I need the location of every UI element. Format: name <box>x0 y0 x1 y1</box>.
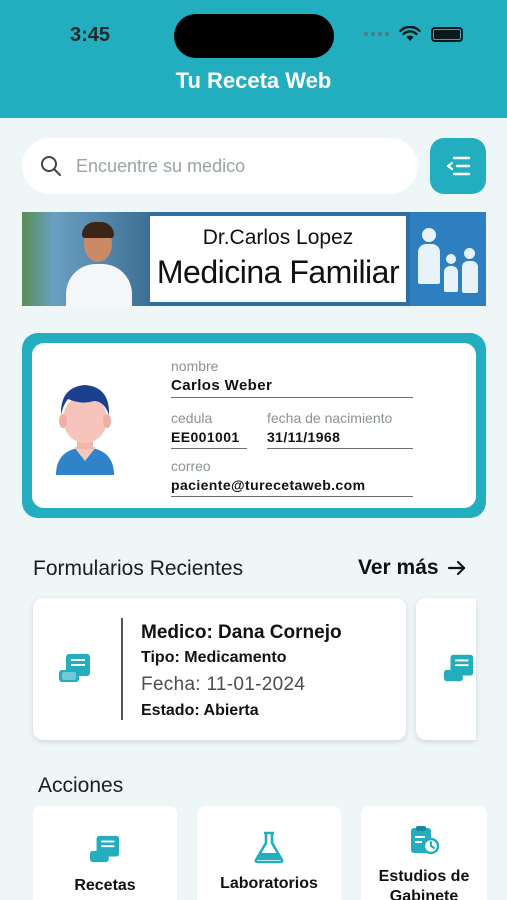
app-title: Tu Receta Web <box>175 68 332 93</box>
action-recetas-label: Recetas <box>74 877 136 894</box>
action-estudios-gabinete-label: Estudios de Gabinete <box>378 868 470 900</box>
wifi-icon <box>399 26 421 41</box>
dynamic-island <box>174 14 334 58</box>
actions-title: Acciones <box>38 774 124 797</box>
banner-text-panel: Dr.Carlos Lopez Medicina Familiar <box>150 216 406 302</box>
banner-doctor-name: Dr.Carlos Lopez <box>202 226 354 249</box>
menu-button[interactable] <box>430 138 486 194</box>
action-recetas[interactable]: Recetas <box>33 806 177 900</box>
patient-avatar-icon <box>56 385 114 475</box>
search-icon <box>41 156 61 176</box>
see-more-link[interactable]: Ver más <box>358 556 467 580</box>
see-more-label: Ver más <box>358 556 439 579</box>
battery-icon <box>431 26 463 42</box>
form-doctor: Medico: Dana Cornejo <box>141 622 342 643</box>
menu-collapse-icon <box>446 156 471 176</box>
signal-icon <box>364 32 389 36</box>
app-header: 3:45 Tu Receta Web <box>0 0 507 118</box>
form-date: Fecha: 11-01-2024 <box>141 674 306 695</box>
recent-forms-title: Formularios Recientes <box>33 557 244 580</box>
patient-card-body: nombre Carlos Weber cedula EE001001 fech… <box>32 343 476 508</box>
status-icons <box>364 26 463 42</box>
form-type: Tipo: Medicamento <box>141 649 287 666</box>
patient-email-field: correo paciente@turecetaweb.com <box>171 458 413 497</box>
patient-birth-field: fecha de nacimiento 31/11/1968 <box>267 410 413 449</box>
flask-icon <box>254 831 284 864</box>
status-time: 3:45 <box>70 24 111 46</box>
action-estudios-gabinete[interactable]: Estudios de Gabinete <box>361 806 487 900</box>
patient-name-label: nombre <box>171 358 219 374</box>
patient-card[interactable]: nombre Carlos Weber cedula EE001001 fech… <box>22 333 486 518</box>
patient-id-field: cedula EE001001 <box>171 410 247 449</box>
doctor-banner[interactable]: Dr.Carlos Lopez Medicina Familiar <box>22 212 486 306</box>
patient-name-value: Carlos Weber <box>171 377 413 398</box>
patient-id-label: cedula <box>171 410 213 426</box>
patient-birth-value: 31/11/1968 <box>267 429 413 449</box>
action-laboratorios[interactable]: Laboratorios <box>197 806 341 900</box>
patient-email-label: correo <box>171 458 211 474</box>
recent-form-card-next[interactable] <box>416 598 476 740</box>
search-bar[interactable] <box>22 138 418 194</box>
prescription-icon <box>59 654 90 682</box>
prescription-icon <box>443 654 474 682</box>
recent-form-card[interactable]: Medico: Dana Cornejo Tipo: Medicamento F… <box>33 598 406 740</box>
arrow-right-icon <box>447 560 465 576</box>
search-input[interactable] <box>76 155 376 177</box>
clipboard-clock-icon <box>411 826 440 855</box>
patient-email-value: paciente@turecetaweb.com <box>171 477 413 497</box>
action-laboratorios-label: Laboratorios <box>220 875 318 892</box>
patient-name-field: nombre Carlos Weber <box>171 358 413 398</box>
patient-birth-label: fecha de nacimiento <box>267 410 393 426</box>
banner-specialty: Medicina Familiar <box>156 254 400 290</box>
doctor-photo <box>22 212 150 306</box>
form-status: Estado: Abierta <box>141 702 259 719</box>
form-card-divider <box>121 618 123 720</box>
patient-id-value: EE001001 <box>171 429 247 449</box>
prescription-icon <box>90 835 120 863</box>
family-illustration <box>410 212 486 306</box>
